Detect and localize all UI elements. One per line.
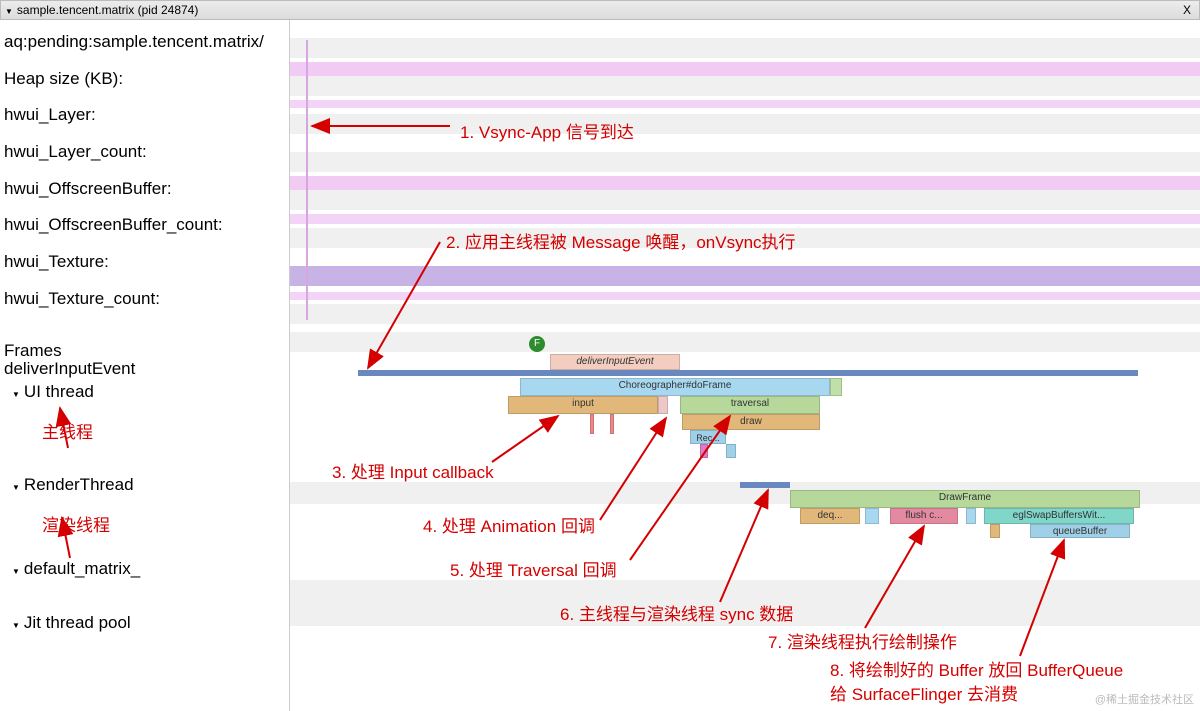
seg-input[interactable]: input bbox=[508, 396, 658, 414]
timeline-band bbox=[290, 304, 1200, 324]
annotation-8a: 8. 将绘制好的 Buffer 放回 BufferQueue bbox=[830, 656, 1123, 681]
counter-row[interactable]: Heap size (KB): bbox=[4, 61, 285, 98]
seg-deq[interactable]: deq... bbox=[800, 508, 860, 524]
seg-rec[interactable]: Rec... bbox=[690, 430, 726, 444]
counter-track[interactable] bbox=[290, 62, 1200, 76]
annotation-4: 4. 处理 Animation 回调 bbox=[423, 512, 595, 537]
seg-small[interactable] bbox=[865, 508, 879, 524]
seg-small[interactable] bbox=[990, 524, 1000, 538]
timeline-band bbox=[290, 580, 1200, 626]
tree-render-thread[interactable]: RenderThread bbox=[4, 472, 285, 499]
window-header: sample.tencent.matrix (pid 24874) X bbox=[0, 0, 1200, 20]
seg-deliver-input[interactable]: deliverInputEvent bbox=[550, 354, 680, 370]
timeline-area[interactable]: F deliverInputEvent Choreographer#doFram… bbox=[290, 20, 1200, 711]
counter-row[interactable]: hwui_Texture_count: bbox=[4, 281, 285, 318]
render-thread-annotation: 渲染线程 bbox=[42, 517, 285, 536]
seg-small[interactable] bbox=[726, 444, 736, 458]
seg-draw[interactable]: draw bbox=[682, 414, 820, 430]
tree-ui-thread[interactable]: UI thread bbox=[4, 379, 285, 406]
timeline-band bbox=[290, 190, 1200, 210]
seg-small[interactable] bbox=[610, 414, 614, 434]
counter-row[interactable]: hwui_OffscreenBuffer: bbox=[4, 171, 285, 208]
collapse-icon[interactable] bbox=[5, 3, 17, 17]
counter-row[interactable]: hwui_Texture: bbox=[4, 244, 285, 281]
main-panel: aq:pending:sample.tencent.matrix/ Heap s… bbox=[0, 20, 1200, 711]
timeline-band bbox=[290, 332, 1200, 352]
seg-flush[interactable]: flush c... bbox=[890, 508, 958, 524]
thread-state-bar[interactable] bbox=[358, 370, 1138, 376]
seg-eglswap[interactable]: eglSwapBuffersWit... bbox=[984, 508, 1134, 524]
counter-track[interactable] bbox=[290, 176, 1200, 190]
seg-traversal[interactable]: traversal bbox=[680, 396, 820, 414]
counter-track[interactable] bbox=[290, 214, 1200, 224]
deliver-input-label[interactable]: deliverInputEvent bbox=[4, 360, 285, 379]
tree-default-matrix[interactable]: default_matrix_ bbox=[4, 556, 285, 583]
close-icon[interactable]: X bbox=[1179, 3, 1195, 17]
seg-drawframe[interactable]: DrawFrame bbox=[790, 490, 1140, 508]
watermark: @稀土掘金技术社区 bbox=[1095, 691, 1194, 707]
counter-track[interactable] bbox=[290, 266, 1200, 286]
seg-small[interactable] bbox=[700, 444, 708, 458]
seg-queuebuffer[interactable]: queueBuffer bbox=[1030, 524, 1130, 538]
seg-small[interactable] bbox=[1050, 370, 1084, 376]
counter-row[interactable]: hwui_OffscreenBuffer_count: bbox=[4, 207, 285, 244]
annotation-3: 3. 处理 Input callback bbox=[332, 458, 494, 483]
thread-state-bar[interactable] bbox=[740, 482, 790, 488]
counter-row[interactable]: hwui_Layer: bbox=[4, 97, 285, 134]
counter-track[interactable] bbox=[290, 100, 1200, 108]
annotation-8b: 给 SurfaceFlinger 去消费 bbox=[830, 680, 1018, 705]
seg-small[interactable] bbox=[590, 414, 594, 434]
window-title: sample.tencent.matrix (pid 24874) bbox=[17, 3, 1179, 17]
seg-small[interactable] bbox=[990, 370, 1016, 376]
timeline-band bbox=[290, 152, 1200, 172]
frame-badge[interactable]: F bbox=[529, 336, 545, 352]
tree-jit-thread[interactable]: Jit thread pool bbox=[4, 610, 285, 637]
frames-label[interactable]: Frames bbox=[4, 342, 285, 361]
seg-small[interactable] bbox=[966, 508, 976, 524]
annotation-7: 7. 渲染线程执行绘制操作 bbox=[768, 628, 957, 653]
default-matrix-label: default_matrix_ bbox=[24, 559, 140, 578]
counter-track[interactable] bbox=[290, 292, 1200, 300]
counter-row[interactable]: hwui_Layer_count: bbox=[4, 134, 285, 171]
seg-small[interactable] bbox=[658, 396, 668, 414]
timeline-band bbox=[290, 228, 1200, 248]
seg-small[interactable] bbox=[830, 378, 842, 396]
timeline-band bbox=[290, 38, 1200, 58]
sidebar: aq:pending:sample.tencent.matrix/ Heap s… bbox=[0, 20, 290, 711]
seg-choreographer[interactable]: Choreographer#doFrame bbox=[520, 378, 830, 396]
annotation-5: 5. 处理 Traversal 回调 bbox=[450, 556, 617, 581]
jit-thread-label: Jit thread pool bbox=[24, 613, 131, 632]
ui-thread-annotation: 主线程 bbox=[42, 424, 285, 443]
render-thread-label: RenderThread bbox=[24, 475, 134, 494]
timeline-band bbox=[290, 114, 1200, 134]
ui-thread-label: UI thread bbox=[24, 382, 94, 401]
vsync-marker bbox=[306, 40, 308, 320]
counter-row[interactable]: aq:pending:sample.tencent.matrix/ bbox=[4, 24, 285, 61]
timeline-band bbox=[290, 76, 1200, 96]
